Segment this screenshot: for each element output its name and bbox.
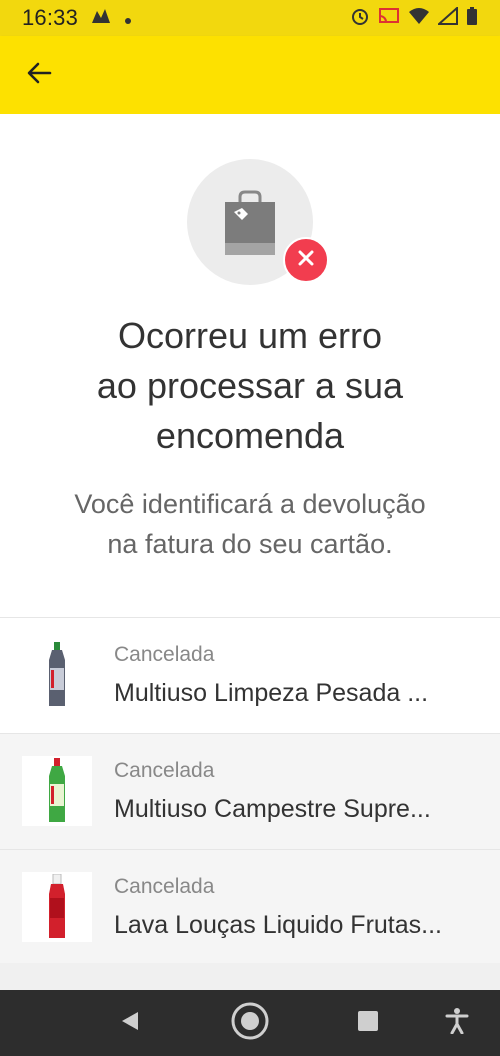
list-footer-space [0,963,500,990]
order-item-list: Cancelada Multiuso Limpeza Pesada ... Ca… [0,617,500,965]
status-time: 16:33 [22,5,79,30]
battery-icon [466,6,478,31]
order-item[interactable]: Cancelada Multiuso Campestre Supre... [0,733,500,849]
error-subtitle-line: Você identificará a devolução [74,489,426,519]
item-status: Cancelada [114,759,215,782]
alarm-icon [350,6,370,31]
item-status: Cancelada [114,875,215,898]
product-thumbnail [22,640,92,710]
home-circle-icon [230,1001,270,1046]
arrow-left-icon [26,60,52,91]
order-item[interactable]: Cancelada Multiuso Limpeza Pesada ... [0,617,500,733]
item-status: Cancelada [114,643,215,666]
error-illustration [187,159,329,285]
error-title: Ocorreu um erro ao processar a sua encom… [40,311,460,461]
wifi-icon [408,7,430,30]
item-name: Multiuso Campestre Supre... [114,795,431,823]
accessibility-icon [445,1007,469,1039]
error-title-line: ao processar a sua [96,365,404,406]
square-recents-icon [357,1010,379,1037]
accessibility-button[interactable] [440,990,474,1056]
signal-icon [436,5,458,30]
item-name: Multiuso Limpeza Pesada ... [114,679,429,707]
error-subtitle-line: na fatura do seu cartão. [107,529,393,559]
product-thumbnail [22,872,92,942]
error-badge [283,237,329,283]
app-bar [0,36,500,114]
error-section: Ocorreu um erro ao processar a sua encom… [0,114,500,617]
product-thumbnail [22,756,92,826]
order-item[interactable]: Cancelada Lava Louças Liquido Frutas... [0,849,500,965]
error-title-line: Ocorreu um erro [117,315,383,356]
notification-icon [90,5,112,31]
status-bar: 16:33 [0,0,500,36]
error-title-line: encomenda [155,415,345,456]
error-subtitle: Você identificará a devolução na fatura … [30,484,470,564]
dot-icon [124,5,132,31]
shopping-bag-icon [224,190,276,261]
nav-back-button[interactable] [110,990,150,1056]
system-nav-bar [0,990,500,1056]
triangle-back-icon [119,1010,141,1037]
nav-home-button[interactable] [229,990,271,1056]
back-button[interactable] [20,56,58,94]
close-icon [298,250,314,271]
cast-icon [378,7,400,30]
nav-recents-button[interactable] [350,990,386,1056]
item-name: Lava Louças Liquido Frutas... [114,911,442,939]
